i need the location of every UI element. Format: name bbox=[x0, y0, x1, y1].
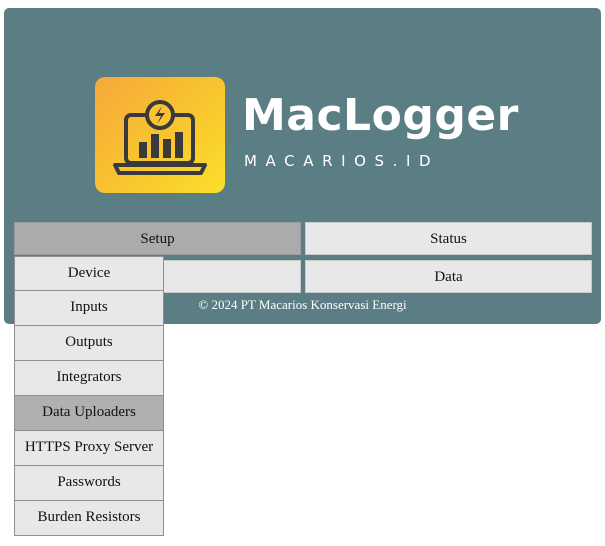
laptop-bar-chart-lightning-icon bbox=[113, 100, 207, 175]
menu-item-passwords[interactable]: Passwords bbox=[14, 466, 164, 501]
menu-item-inputs[interactable]: Inputs bbox=[14, 291, 164, 326]
menu-item-https-proxy-server[interactable]: HTTPS Proxy Server bbox=[14, 431, 164, 466]
menu-item-integrators[interactable]: Integrators bbox=[14, 361, 164, 396]
brand-subtitle: MACARIOS.ID bbox=[244, 152, 440, 170]
setup-nav-button[interactable]: Setup bbox=[14, 222, 301, 255]
brand-title: MacLogger bbox=[242, 90, 519, 141]
menu-item-burden-resistors[interactable]: Burden Resistors bbox=[14, 501, 164, 536]
data-nav-button[interactable]: Data bbox=[305, 260, 592, 293]
setup-dropdown-menu: Device Inputs Outputs Integrators Data U… bbox=[14, 256, 164, 536]
status-nav-button[interactable]: Status bbox=[305, 222, 592, 255]
menu-item-data-uploaders[interactable]: Data Uploaders bbox=[14, 396, 164, 431]
menu-item-outputs[interactable]: Outputs bbox=[14, 326, 164, 361]
menu-item-device[interactable]: Device bbox=[14, 256, 164, 291]
logo bbox=[95, 77, 225, 193]
